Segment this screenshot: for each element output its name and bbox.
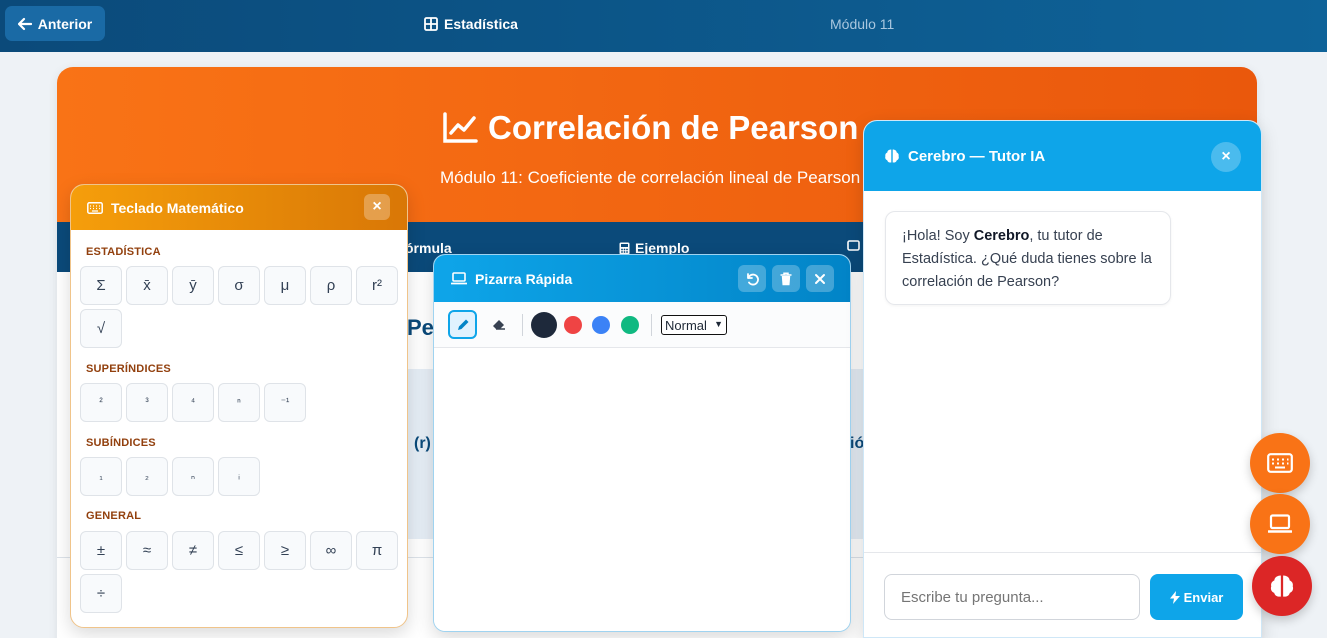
brush-size-select[interactable]: Normal ▼ [661,315,727,335]
key-not-equal[interactable]: ≠ [172,531,214,570]
lesson-subtitle: Módulo 11: Coeficiente de correlación li… [440,168,871,187]
keyboard-keys-subscripts: ₁ ₂ ₙ ᵢ [80,457,405,496]
key-approx[interactable]: ≈ [126,531,168,570]
color-swatch-green[interactable] [621,316,639,334]
keyboard-icon [1267,453,1293,473]
math-keyboard-close-button[interactable]: × [364,194,390,220]
drawing-canvas[interactable] [434,349,850,631]
key-infinity[interactable]: ∞ [310,531,352,570]
whiteboard-panel: Pizarra Rápida Normal ▼ [433,254,851,632]
key-sub-n[interactable]: ₙ [172,457,214,496]
key-sub-1[interactable]: ₁ [80,457,122,496]
key-sup-2[interactable]: ² [80,383,122,422]
whiteboard-fab[interactable] [1250,494,1310,554]
key-r-squared[interactable]: r² [356,266,398,305]
question-input[interactable] [884,574,1140,620]
grid-icon [424,17,438,31]
lesson-title: Correlación de Pearson [442,109,858,147]
key-sup-n[interactable]: ⁿ [218,383,260,422]
ai-tutor-header: Cerebro — Tutor IA × [864,121,1261,191]
lesson-title-text: Correlación de Pearson [488,109,859,146]
chevron-down-icon: ▼ [714,319,723,329]
key-divide[interactable]: ÷ [80,574,122,613]
ai-tutor-title: Cerebro — Tutor IA [908,147,1046,165]
brain-icon [1270,575,1294,597]
key-sqrt[interactable]: √ [80,309,122,348]
key-rho[interactable]: ρ [310,266,352,305]
bolt-icon [1169,590,1180,604]
calculator-icon [619,242,630,254]
key-sup-minus-1[interactable]: ⁻¹ [264,383,306,422]
key-sub-i[interactable]: ᵢ [218,457,260,496]
whiteboard-close-button[interactable] [806,265,834,292]
keyboard-keys-statistics: Σ x̄ ȳ σ μ ρ r² √ [80,266,405,348]
color-swatch-dark[interactable] [531,312,557,338]
key-mu[interactable]: μ [264,266,306,305]
tab-extra[interactable] [847,240,860,251]
top-navbar: Anterior Estadística Módulo 11 [0,0,1327,52]
close-icon [815,273,825,284]
whiteboard-toolbar: Normal ▼ [434,302,850,348]
laptop-icon [1268,514,1292,533]
key-greater-equal[interactable]: ≥ [264,531,306,570]
key-x-bar[interactable]: x̄ [126,266,168,305]
key-sigma[interactable]: Σ [80,266,122,305]
pencil-icon [457,319,468,330]
math-keyboard-panel: Teclado Matemático × ESTADÍSTICA Σ x̄ ȳ … [70,184,408,628]
send-button[interactable]: Enviar [1150,574,1243,620]
keyboard-icon [87,201,103,214]
math-keyboard-header[interactable]: Teclado Matemático × [71,185,407,230]
brain-icon [885,149,899,163]
keyboard-keys-general: ± ≈ ≠ ≤ ≥ ∞ π ÷ [80,531,405,613]
tutor-fab[interactable] [1252,556,1312,616]
keyboard-section-general: GENERAL [86,510,142,522]
trash-icon [780,272,792,285]
eraser-icon [492,320,505,330]
undo-button[interactable] [738,265,766,292]
toolbar-divider [522,314,523,336]
color-swatch-blue[interactable] [592,316,610,334]
math-keyboard-title: Teclado Matemático [111,199,244,216]
undo-icon [747,272,759,285]
whiteboard-title: Pizarra Rápida [475,270,573,287]
keyboard-section-subscripts: SUBÍNDICES [86,437,156,449]
arrow-left-icon [17,17,32,30]
keyboard-section-statistics: ESTADÍSTICA [86,246,161,258]
course-title[interactable]: Estadística [424,16,518,32]
ai-tutor-input-bar: Enviar [864,552,1261,637]
ai-tutor-close-button[interactable]: × [1211,142,1241,172]
key-pi[interactable]: π [356,531,398,570]
keyboard-section-superscripts: SUPERÍNDICES [86,363,171,375]
key-sup-3[interactable]: ³ [126,383,168,422]
pencil-tool[interactable] [448,310,477,339]
text-fragment-r: (r) [414,435,431,452]
eraser-tool[interactable] [484,310,513,339]
toolbar-divider [651,314,652,336]
tab-extra-icon [847,240,860,251]
key-less-equal[interactable]: ≤ [218,531,260,570]
greeting-pre: ¡Hola! Soy [902,228,974,244]
course-title-label: Estadística [444,16,518,32]
key-sigma-lower[interactable]: σ [218,266,260,305]
laptop-icon [451,272,467,285]
key-sup-4[interactable]: ⁴ [172,383,214,422]
module-indicator: Módulo 11 [830,16,895,32]
key-y-bar[interactable]: ȳ [172,266,214,305]
keyboard-keys-superscripts: ² ³ ⁴ ⁿ ⁻¹ [80,383,405,422]
keyboard-fab[interactable] [1250,433,1310,493]
color-swatch-red[interactable] [564,316,582,334]
greeting-name: Cerebro [973,228,1030,244]
brush-size-value: Normal [665,317,707,333]
key-sub-2[interactable]: ₂ [126,457,168,496]
back-button[interactable]: Anterior [5,6,105,41]
ai-tutor-panel: Cerebro — Tutor IA × ¡Hola! Soy Cerebro,… [863,120,1262,638]
back-button-label: Anterior [37,15,93,32]
whiteboard-header[interactable]: Pizarra Rápida [434,255,850,302]
tutor-greeting-message: ¡Hola! Soy Cerebro, tu tutor de Estadíst… [885,211,1171,305]
clear-board-button[interactable] [772,265,800,292]
section-heading-fragment: Pe [407,315,434,340]
key-plus-minus[interactable]: ± [80,531,122,570]
line-chart-icon [443,112,478,143]
send-button-label: Enviar [1183,589,1224,605]
